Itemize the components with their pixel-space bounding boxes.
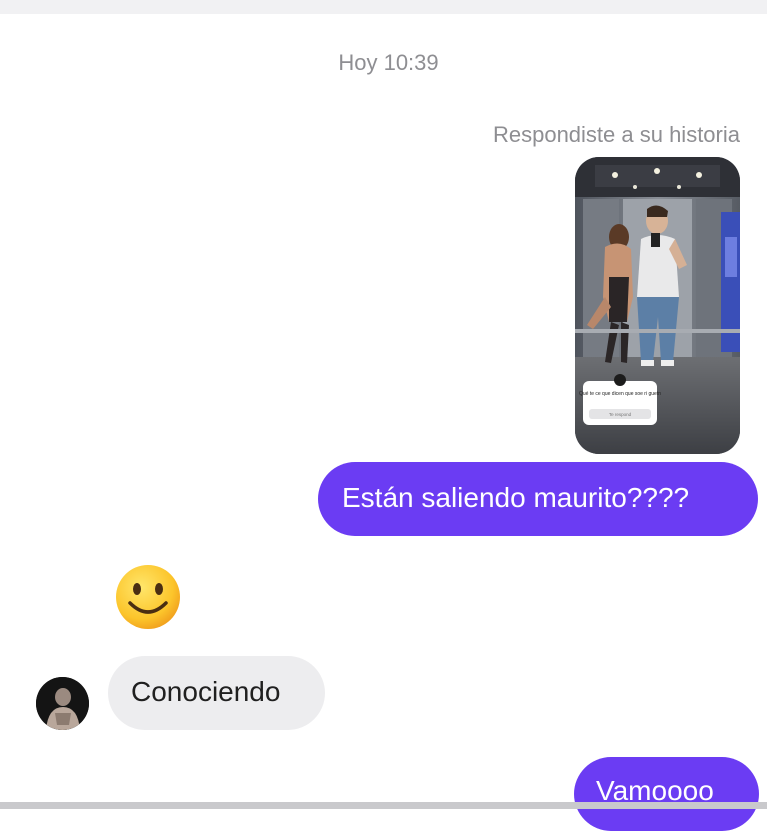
outgoing-message[interactable]: Están saliendo maurito???? — [318, 462, 758, 536]
story-image: Qué te ce que dicen que soe ri guetn Te … — [575, 157, 740, 454]
sticker-reply-placeholder: Te respond — [609, 412, 632, 417]
story-preview[interactable]: Qué te ce que dicen que soe ri guetn Te … — [575, 157, 740, 454]
story-reply-label: Respondiste a su historia — [492, 122, 740, 147]
bottom-bar — [0, 802, 767, 809]
outgoing-message[interactable]: Vamoooo — [574, 757, 759, 831]
contact-avatar[interactable] — [36, 677, 89, 730]
chat-timestamp: Hoy 10:39 — [338, 50, 439, 75]
smiling-face-emoji — [114, 563, 182, 631]
incoming-message[interactable]: Conociendo — [108, 656, 325, 730]
avatar-image — [36, 677, 89, 730]
smiling-face-icon — [116, 565, 180, 629]
sticker-question: Qué te ce que dicen que soe ri guetn — [579, 391, 661, 397]
top-bar — [0, 0, 767, 14]
